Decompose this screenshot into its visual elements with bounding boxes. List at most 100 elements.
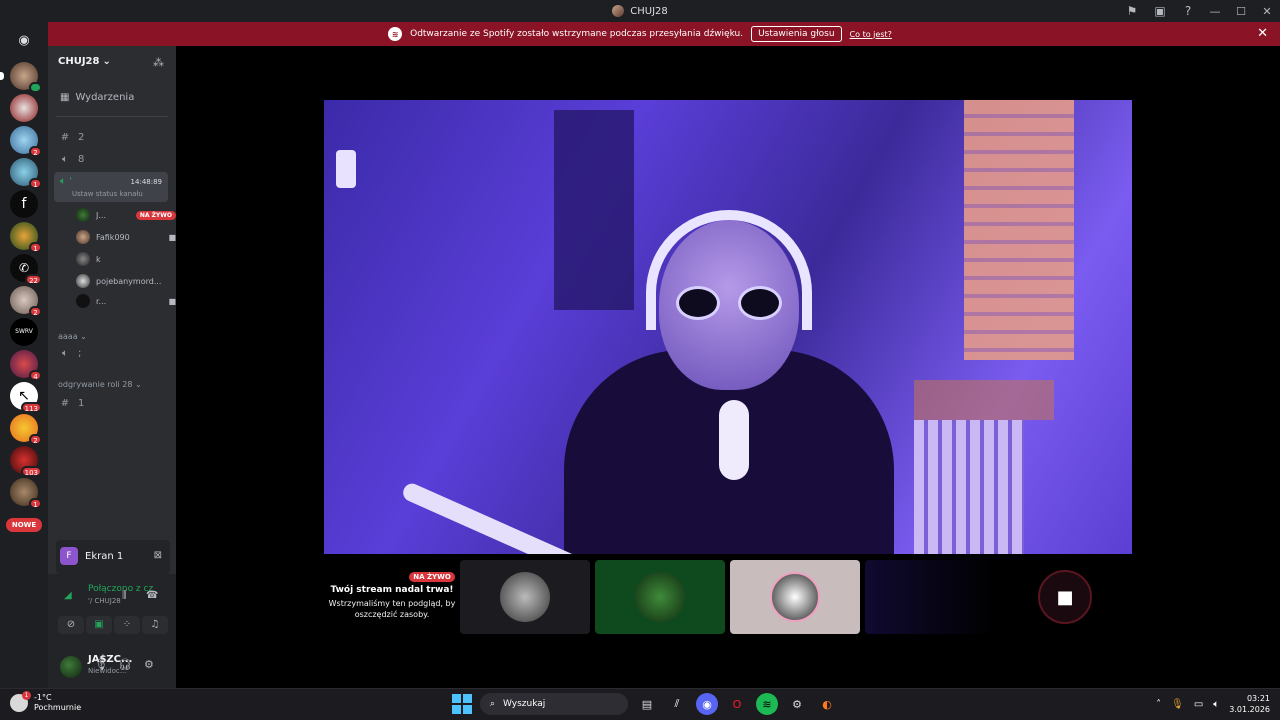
banner-close-icon[interactable]: ✕ (1257, 26, 1268, 41)
noise-suppression-icon[interactable]: ⫼ (122, 590, 127, 601)
voice-user[interactable]: k (76, 252, 176, 266)
server-name: CHUJ28 (58, 56, 100, 67)
server-icon[interactable]: ✆ 22 (10, 254, 42, 285)
server-icon (612, 5, 625, 17)
server-rail: ◉ 2 1 f 1 ✆ 22 2 SWRV 4 ↖ 113 2 103 1 NOWE (0, 22, 48, 688)
activities-button[interactable]: ⁘ (114, 616, 140, 634)
background-window (964, 100, 1074, 360)
voice-user[interactable]: J... NA ŻYWO (76, 208, 176, 222)
participant-tile[interactable] (865, 560, 995, 634)
set-channel-status[interactable]: Ustaw status kanału (72, 190, 143, 198)
server-icon[interactable]: 103 (10, 446, 42, 477)
camera-off-button[interactable]: ⊘ (58, 616, 84, 634)
maximize-button[interactable]: ☐ (1228, 0, 1254, 22)
server-icon[interactable]: SWRV (10, 318, 38, 346)
server-icon[interactable]: 1 (10, 478, 42, 509)
screen-share-button[interactable]: ▣ (86, 616, 112, 634)
server-icon[interactable] (0, 62, 42, 93)
voice-channel[interactable]: 🔈︎ ; (60, 348, 81, 359)
help-icon[interactable]: ? (1174, 0, 1202, 22)
server-icon[interactable]: 1 (10, 158, 42, 189)
stop-stream-icon[interactable]: ⊠ (154, 550, 162, 561)
firefox-icon[interactable]: ◐ (816, 693, 838, 715)
settings-gear-icon[interactable]: ⚙ (144, 658, 154, 671)
calendar-icon: ▦ (60, 92, 70, 103)
server-header[interactable]: CHUJ28 ⌄ (58, 56, 111, 67)
camera-icon[interactable]: ■ (1038, 570, 1092, 624)
chevron-up-icon[interactable]: ˄ (1156, 699, 1161, 710)
task-view-icon[interactable]: ▤ (636, 693, 658, 715)
steam-icon[interactable]: ⚙ (786, 693, 808, 715)
minimize-button[interactable]: — (1202, 0, 1228, 22)
server-badge: 2 (29, 434, 42, 445)
spotify-icon[interactable]: ≋ (756, 693, 778, 715)
clock[interactable]: 03:21 3.01.2026 (1229, 693, 1270, 715)
channel-name: 1 (78, 398, 85, 409)
avatar (76, 252, 90, 266)
participant-tile[interactable] (460, 560, 590, 634)
stream-card[interactable]: F Ekran 1 ⊠ (56, 540, 170, 574)
server-badge: 1 (29, 498, 42, 509)
voice-channel[interactable]: 🔈︎ 8 (60, 154, 84, 165)
server-icon[interactable]: f (10, 190, 38, 218)
titlebar-controls: ⚑ ▣ ? — ☐ ✕ (1118, 0, 1280, 22)
server-icon[interactable]: ↖ 113 (10, 382, 42, 413)
server-icon[interactable]: 2 (10, 414, 42, 445)
main-video-feed[interactable] (324, 100, 1132, 554)
server-icon[interactable]: 4 (10, 350, 42, 381)
voice-settings-button[interactable]: Ustawienia głosu (751, 26, 842, 42)
weather-widget[interactable]: 1 -1°C Pochmurnie (10, 691, 81, 713)
server-badge: 1 (29, 242, 42, 253)
spotify-icon: ≋ (388, 27, 403, 41)
server-icon[interactable]: 1 (10, 222, 42, 253)
new-badge[interactable]: NOWE (6, 518, 42, 532)
server-icon[interactable]: 2 (10, 126, 42, 157)
category-header[interactable]: aaaa ⌄ (58, 332, 87, 341)
server-badge: 103 (20, 466, 42, 477)
weather-temp: -1°C (34, 693, 52, 702)
inbox-icon[interactable]: ⚑ (1118, 0, 1146, 22)
taskbar-search[interactable]: ⌕ Wyszukaj (480, 693, 628, 715)
headphones-icon[interactable]: 🎧︎ (118, 658, 132, 671)
capcut-icon[interactable]: ⫽ (666, 693, 688, 715)
hash-icon: # (60, 132, 70, 143)
microphone-tray-icon[interactable]: 🎙︎ (1171, 699, 1184, 710)
signal-icon[interactable]: ◢ (64, 590, 72, 601)
participant-tile[interactable] (595, 560, 725, 634)
text-channel[interactable]: # 1 (60, 398, 85, 409)
titlebar-center: CHUJ28 (612, 5, 668, 17)
windows-start-icon[interactable] (452, 694, 472, 714)
what-is-this-link[interactable]: Co to jest? (850, 30, 892, 39)
server-icon[interactable] (10, 94, 38, 122)
server-icon[interactable]: 2 (10, 286, 42, 317)
background-lamp (336, 150, 356, 188)
screen-icon[interactable]: ▣ (1146, 0, 1174, 22)
invite-icon[interactable]: ⁂ (153, 56, 164, 69)
close-button[interactable]: ✕ (1254, 0, 1280, 22)
voice-user[interactable]: Fafik090 ■ (76, 230, 176, 244)
channel-name: ' (69, 176, 72, 187)
soundboard-button[interactable]: ♫ (142, 616, 168, 634)
voice-server[interactable]: '/ CHUJ28 (88, 597, 121, 605)
headphones (646, 210, 812, 330)
volume-icon[interactable]: 🔈︎ (1213, 699, 1219, 710)
background-shelf (914, 380, 1054, 420)
voice-user[interactable]: pojebanymord... (76, 274, 176, 288)
participant-tile[interactable] (730, 560, 860, 634)
discord-icon[interactable]: ◉ (696, 693, 718, 715)
discord-home-icon[interactable]: ◉ (12, 30, 36, 50)
speaker-icon: 🔈︎ (62, 348, 68, 359)
disconnect-icon[interactable]: ☎ (146, 590, 158, 601)
events-item[interactable]: ▦ Wydarzenia (60, 92, 134, 103)
voice-user[interactable]: r... ■ (76, 294, 176, 308)
server-badge: 1 (29, 178, 42, 189)
active-voice-channel[interactable]: 🔈︎ ' 14:48:89 Ustaw status kanału (54, 172, 168, 202)
avatar[interactable] (60, 656, 82, 678)
display-icon[interactable]: ▭ (1194, 699, 1203, 710)
opera-icon[interactable]: O (726, 693, 748, 715)
category-header[interactable]: odgrywanie roli 28 ⌄ (58, 380, 142, 389)
divider (56, 116, 168, 117)
chevron-down-icon: ⌄ (102, 56, 111, 67)
text-channel[interactable]: # 2 (60, 132, 85, 143)
microphone-icon[interactable]: 🎙︎ (94, 658, 108, 671)
